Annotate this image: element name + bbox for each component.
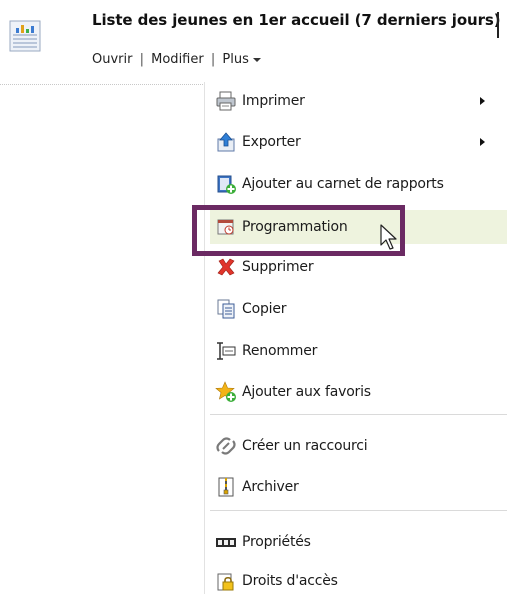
menu-item-export[interactable]: Exporter bbox=[210, 127, 507, 157]
submenu-arrow-icon bbox=[480, 97, 485, 105]
rename-icon bbox=[217, 342, 236, 360]
shortcut-icon bbox=[216, 437, 236, 455]
action-bar: Ouvrir | Modifier | Plus bbox=[92, 52, 261, 67]
menu-item-label: Exporter bbox=[242, 134, 301, 150]
menu-item-label: Ajouter au carnet de rapports bbox=[242, 176, 444, 192]
add-favorite-icon bbox=[215, 381, 236, 402]
screen: Liste des jeunes en 1er accueil (7 derni… bbox=[0, 0, 507, 594]
menu-item-label: Supprimer bbox=[242, 259, 314, 275]
report-chart-icon bbox=[9, 20, 41, 52]
menu-item-delete[interactable]: Supprimer bbox=[210, 252, 507, 282]
access-rights-icon bbox=[217, 573, 234, 591]
separator: | bbox=[210, 52, 216, 67]
menu-item-label: Archiver bbox=[242, 479, 299, 495]
open-link[interactable]: Ouvrir bbox=[92, 52, 132, 67]
menu-item-properties[interactable]: Propriétés bbox=[210, 527, 507, 557]
menu-item-label: Imprimer bbox=[242, 93, 305, 109]
menu-item-label: Créer un raccourci bbox=[242, 438, 368, 454]
menu-item-archive[interactable]: Archiver bbox=[210, 472, 507, 502]
menu-item-label: Droits d'accès bbox=[242, 573, 338, 589]
menu-item-create-shortcut[interactable]: Créer un raccourci bbox=[210, 431, 507, 461]
export-icon bbox=[217, 132, 235, 152]
highlight-box bbox=[192, 205, 405, 256]
copy-icon bbox=[217, 299, 235, 319]
menu-divider bbox=[210, 510, 507, 511]
menu-divider bbox=[210, 414, 507, 415]
more-dropdown[interactable]: Plus bbox=[222, 52, 261, 67]
menu-item-label: Copier bbox=[242, 301, 287, 317]
title-divider bbox=[497, 12, 499, 38]
separator: | bbox=[139, 52, 144, 67]
menu-item-label: Propriétés bbox=[242, 534, 311, 550]
properties-icon bbox=[216, 538, 236, 547]
menu-item-label: Renommer bbox=[242, 343, 318, 359]
delete-icon bbox=[217, 258, 235, 276]
archive-icon bbox=[218, 477, 234, 497]
menu-item-add-report-book[interactable]: Ajouter au carnet de rapports bbox=[210, 169, 507, 199]
report-title: Liste des jeunes en 1er accueil (7 derni… bbox=[92, 11, 501, 29]
chevron-down-icon bbox=[252, 57, 261, 62]
menu-icon-rail bbox=[204, 82, 205, 594]
menu-item-add-favorite[interactable]: Ajouter aux favoris bbox=[210, 377, 507, 407]
menu-item-copy[interactable]: Copier bbox=[210, 294, 507, 324]
menu-item-rename[interactable]: Renommer bbox=[210, 336, 507, 366]
edit-link[interactable]: Modifier bbox=[151, 52, 204, 67]
menu-item-access-rights[interactable]: Droits d'accès bbox=[210, 566, 507, 594]
submenu-arrow-icon bbox=[480, 138, 485, 146]
menu-item-label: Ajouter aux favoris bbox=[242, 384, 371, 400]
more-label: Plus bbox=[222, 52, 249, 67]
add-report-book-icon bbox=[217, 175, 236, 194]
mouse-pointer-icon bbox=[380, 224, 397, 250]
printer-icon bbox=[216, 91, 236, 111]
menu-item-print[interactable]: Imprimer bbox=[210, 86, 507, 116]
